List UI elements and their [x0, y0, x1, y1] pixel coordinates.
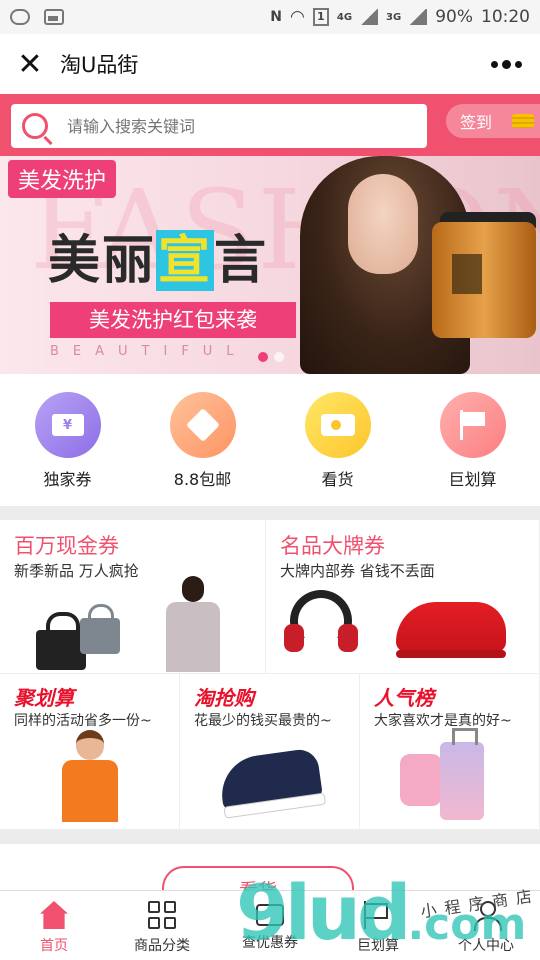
- tab-label: 商品分类: [134, 938, 190, 954]
- more-options-icon[interactable]: [491, 59, 522, 69]
- promo-banner[interactable]: FASHION 美发洗护 美丽宣言 美发洗护红包来袭 BEAUTIFUL: [0, 156, 540, 374]
- promo-popular-list[interactable]: 人气榜 大家喜欢才是真的好~: [360, 674, 540, 830]
- handbag-image: [36, 612, 86, 670]
- tab-label: 个人中心: [458, 938, 514, 954]
- bottom-tab-bar: 首页 商品分类 查优惠券 巨划算 个人中心: [0, 890, 540, 960]
- carousel-indicator[interactable]: [258, 352, 284, 362]
- category-shortcuts: ¥ 独家券 8.8包邮 看货 巨划算: [0, 374, 540, 506]
- handbag-image: [80, 604, 120, 654]
- wifi-icon: ◠: [290, 7, 305, 27]
- search-header: 签到: [0, 94, 540, 156]
- tab-home[interactable]: 首页: [0, 891, 108, 960]
- promo-juhuasuan[interactable]: 聚划算 同样的活动省多一份~: [0, 674, 180, 830]
- home-icon: [40, 901, 68, 929]
- category-label: 看货: [321, 470, 354, 489]
- promo-subtitle: 同样的活动省多一份~: [14, 713, 152, 729]
- promo-subtitle: 新季新品 万人疯抢: [14, 562, 139, 580]
- category-label: 8.8包邮: [173, 470, 232, 489]
- promo-subtitle: 大家喜欢才是真的好~: [374, 713, 512, 729]
- category-exclusive-coupon[interactable]: ¥ 独家券: [0, 374, 135, 506]
- promo-brand-coupon[interactable]: 名品大牌券 大牌内部券 省钱不丢面: [266, 520, 540, 674]
- diamond-icon: [169, 392, 236, 458]
- category-label: 巨划算: [448, 470, 497, 489]
- carousel-dot-1: [258, 352, 268, 362]
- ticket-icon: ¥: [34, 392, 101, 458]
- banner-tag: 美发洗护: [8, 160, 117, 198]
- promo-title: 聚划算: [14, 686, 74, 710]
- kid-image: [60, 730, 120, 822]
- banner-subtitle: 美发洗护红包来袭: [50, 302, 296, 338]
- flag-icon: [439, 392, 506, 458]
- tab-categories[interactable]: 商品分类: [108, 891, 216, 960]
- category-free-shipping[interactable]: 8.8包邮: [135, 374, 270, 506]
- battery-level: 90%: [435, 7, 473, 27]
- search-icon[interactable]: [11, 104, 59, 148]
- section-divider: [0, 506, 540, 520]
- tab-label: 巨划算: [357, 938, 399, 954]
- ticket-icon: [256, 904, 284, 926]
- sneaker-image: [396, 602, 506, 658]
- promo-subtitle: 花最少的钱买最贵的~: [194, 713, 332, 729]
- category-great-deals[interactable]: 巨划算: [405, 374, 540, 506]
- backpack-image: [400, 754, 442, 806]
- signal-icon: [360, 9, 379, 25]
- section-divider: [0, 830, 540, 844]
- tab-coupons[interactable]: 查优惠券: [216, 891, 324, 960]
- tab-label: 首页: [40, 938, 68, 954]
- search-box[interactable]: [11, 104, 427, 148]
- banner-beauty-text: BEAUTIFUL: [50, 344, 248, 359]
- sim-badge: 1: [312, 8, 329, 26]
- model-image: [162, 576, 222, 672]
- clock: 10:20: [481, 7, 530, 27]
- flag-icon: [364, 901, 392, 929]
- coins-icon: [512, 114, 535, 128]
- promo-title: 淘抢购: [194, 686, 254, 710]
- nfc-icon: N: [270, 9, 283, 25]
- promo-cash-coupon[interactable]: 百万现金券 新季新品 万人疯抢: [0, 520, 266, 674]
- tab-label: 查优惠券: [242, 935, 298, 951]
- category-label: 独家券: [43, 470, 92, 489]
- promo-title: 百万现金券: [14, 534, 119, 558]
- person-icon: [472, 901, 502, 931]
- signal-icon-2: [409, 9, 428, 25]
- product-jar-image: [432, 222, 536, 338]
- network-4g-label: 4G: [336, 11, 353, 23]
- banner-headline: 美丽宣言: [48, 230, 269, 291]
- network-3g-label: 3G: [386, 11, 402, 23]
- status-bar: N ◠ 1 4G 3G 90% 10:20: [0, 0, 540, 34]
- sneaker-image: [217, 747, 323, 811]
- checkin-button[interactable]: 签到: [446, 104, 540, 138]
- video-icon: [304, 392, 371, 458]
- category-view-goods[interactable]: 看货: [270, 374, 405, 506]
- promo-taoqianggou[interactable]: 淘抢购 花最少的钱买最贵的~: [180, 674, 360, 830]
- image-notification-icon: [44, 9, 64, 25]
- close-icon[interactable]: ✕: [0, 34, 60, 94]
- chat-notification-icon: [10, 9, 30, 25]
- tab-profile[interactable]: 个人中心: [432, 891, 540, 960]
- grid-icon: [148, 901, 176, 929]
- headphones-image: [284, 590, 358, 652]
- luggage-image: [440, 728, 484, 820]
- tab-great-deals[interactable]: 巨划算: [324, 891, 432, 960]
- page-title: 淘U品街: [60, 53, 139, 77]
- search-input[interactable]: [67, 116, 407, 136]
- title-bar: ✕ 淘U品街: [0, 34, 540, 94]
- carousel-dot-2: [274, 352, 284, 362]
- promo-title: 人气榜: [374, 686, 434, 710]
- promo-title: 名品大牌券: [280, 534, 385, 558]
- promo-subtitle: 大牌内部券 省钱不丢面: [280, 562, 435, 580]
- checkin-label: 签到: [460, 113, 493, 132]
